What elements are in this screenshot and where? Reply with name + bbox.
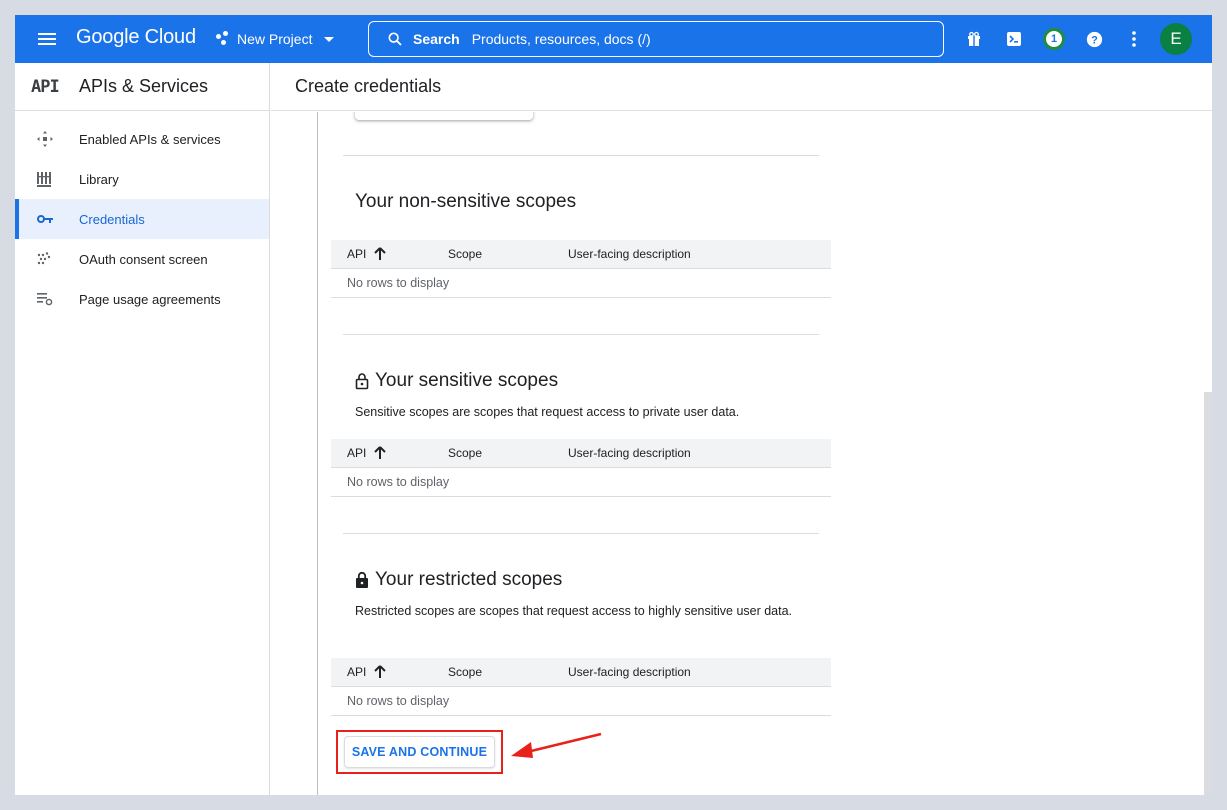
annotation-arrow-icon [511,732,602,758]
sensitive-scopes-title: Your sensitive scopes [355,370,558,392]
description-column-header[interactable]: User-facing description [568,247,691,261]
scopes-content: Your non-sensitive scopes API Scope User… [271,112,1212,795]
column-label: API [347,665,367,679]
more-vert-icon[interactable] [1114,23,1154,55]
sidebar-item-label: Credentials [79,211,145,227]
sidebar-item-enabled-apis[interactable]: Enabled APIs & services [15,119,269,159]
topbar-actions: 1 ? E [954,23,1192,55]
help-icon[interactable]: ? [1074,23,1114,55]
api-column-header[interactable]: API [331,665,448,679]
google-cloud-logo[interactable]: Google Cloud [76,26,196,49]
empty-row: No rows to display [331,468,831,497]
table-header: API Scope User-facing description [331,439,831,468]
app-window: Google Cloud New Project Search Products… [15,15,1212,795]
project-icon [215,31,231,47]
chevron-down-icon [324,36,335,42]
agreements-icon [37,292,69,306]
description-column-header[interactable]: User-facing description [568,446,691,460]
main-panel: Create credentials Your non-sensitive sc… [271,63,1212,795]
gift-icon[interactable] [954,23,994,55]
page-title: Create credentials [271,63,1212,111]
search-icon [388,32,402,46]
sidebar-header: API APIs & Services [15,63,269,111]
divider [343,334,819,335]
section-title-text: Your non-sensitive scopes [355,191,577,212]
search-label: Search [413,31,460,47]
sidebar-item-label: Page usage agreements [79,291,221,307]
api-logo: API [31,76,60,97]
top-bar: Google Cloud New Project Search Products… [15,15,1212,63]
empty-row: No rows to display [331,687,831,716]
sidebar-item-label: Library [79,171,119,187]
project-name: New Project [237,31,313,47]
api-column-header[interactable]: API [331,446,448,460]
scrollbar[interactable] [1204,392,1212,795]
sidebar-title: APIs & Services [79,76,209,96]
menu-icon[interactable] [35,27,59,51]
highlight-box: SAVE AND CONTINUE [336,730,503,774]
sensitive-scopes-description: Sensitive scopes are scopes that request… [355,405,740,419]
table-header: API Scope User-facing description [331,658,831,687]
api-column-header[interactable]: API [331,247,448,261]
empty-row: No rows to display [331,269,831,298]
search-input[interactable]: Search Products, resources, docs (/) [368,21,944,57]
sidebar-item-credentials[interactable]: Credentials [15,199,269,239]
sidebar-item-label: OAuth consent screen [79,251,208,267]
avatar[interactable]: E [1160,23,1192,55]
scope-column-header[interactable]: Scope [448,446,568,460]
save-and-continue-button[interactable]: SAVE AND CONTINUE [344,736,495,768]
restricted-scopes-description: Restricted scopes are scopes that reques… [355,604,793,618]
oauth-icon [37,252,69,266]
non-sensitive-scopes-table: API Scope User-facing description No row… [331,240,831,298]
sensitive-scopes-table: API Scope User-facing description No row… [331,439,831,497]
divider [343,155,819,156]
project-selector[interactable]: New Project [215,28,335,50]
section-title-text: Your restricted scopes [375,569,563,590]
sidebar-item-page-usage[interactable]: Page usage agreements [15,279,269,319]
lock-open-icon [355,373,369,390]
previous-button-partial[interactable] [355,112,533,120]
column-label: API [347,247,367,261]
sort-arrow-up-icon [374,665,387,678]
terminal-icon[interactable] [994,23,1034,55]
description-column-header[interactable]: User-facing description [568,665,691,679]
column-label: API [347,446,367,460]
sidebar-item-label: Enabled APIs & services [79,131,221,147]
notifications-button[interactable]: 1 [1034,23,1074,55]
sort-arrow-up-icon [374,446,387,459]
sidebar-item-oauth-consent[interactable]: OAuth consent screen [15,239,269,279]
stepper-line [317,112,318,795]
enabled-apis-icon [37,131,69,147]
library-icon [37,171,69,187]
sidebar: API APIs & Services Enabled APIs & servi… [15,63,270,795]
sort-arrow-up-icon [374,247,387,260]
svg-text:?: ? [1091,34,1098,46]
scope-column-header[interactable]: Scope [448,247,568,261]
restricted-scopes-title: Your restricted scopes [355,569,562,591]
table-header: API Scope User-facing description [331,240,831,269]
lock-icon [356,571,368,588]
non-sensitive-scopes-title: Your non-sensitive scopes [355,191,576,213]
restricted-scopes-table: API Scope User-facing description No row… [331,658,831,716]
scope-column-header[interactable]: Scope [448,665,568,679]
notification-count: 1 [1043,28,1065,50]
search-placeholder: Products, resources, docs (/) [471,31,651,47]
sidebar-item-library[interactable]: Library [15,159,269,199]
sidebar-nav: Enabled APIs & services Library Credenti… [15,111,269,319]
key-icon [37,214,69,224]
section-title-text: Your sensitive scopes [375,370,559,391]
divider [343,533,819,534]
